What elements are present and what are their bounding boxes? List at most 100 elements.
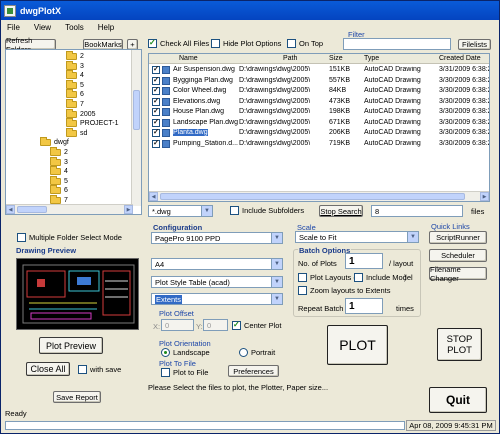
- folder-icon: [50, 195, 61, 204]
- file-date-cell: 3/30/2009 6:38:2: [439, 77, 489, 84]
- file-row[interactable]: Bygginga Plan.dwg D:\drawings\dwg\2005\ 55…: [149, 75, 489, 86]
- column-name[interactable]: Name: [179, 55, 198, 62]
- file-list-horizontal-scrollbar[interactable]: ◀ ▶: [149, 191, 489, 201]
- dwg-file-icon: [162, 108, 170, 116]
- file-name-text: House Plan.dwg: [173, 108, 224, 115]
- scroll-thumb[interactable]: [160, 193, 465, 200]
- batch-options-label: Batch Options: [298, 246, 352, 255]
- tree-folder-item[interactable]: PROJECT-1: [66, 118, 119, 128]
- extension-select[interactable]: *.dwg ▼: [148, 205, 213, 217]
- y-offset-input[interactable]: 0: [203, 319, 228, 331]
- plot-preview-button[interactable]: Plot Preview: [39, 337, 103, 354]
- file-row[interactable]: Planta.dwg D:\drawings\dwg\2005\ 206KB Auto…: [149, 127, 489, 138]
- scroll-left-icon[interactable]: ◀: [149, 192, 158, 201]
- landscape-radio[interactable]: Landscape: [161, 348, 210, 357]
- hide-plot-options-checkbox[interactable]: Hide Plot Options: [211, 39, 281, 48]
- no-of-plots-label: No. of Plots: [298, 259, 337, 268]
- x-offset-input[interactable]: 0: [161, 319, 194, 331]
- file-size-text: 206KB: [329, 129, 351, 136]
- menu-view[interactable]: View: [34, 23, 51, 32]
- file-checkbox[interactable]: [152, 64, 160, 74]
- tree-horizontal-scrollbar[interactable]: ◀ ▶: [6, 204, 133, 214]
- file-path-cell: D:\drawings\dwg\2005\: [239, 66, 310, 73]
- dwg-file-icon: [162, 118, 170, 127]
- scroll-thumb[interactable]: [17, 206, 47, 213]
- file-type-cell: AutoCAD Drawing: [364, 98, 421, 105]
- file-type-cell: AutoCAD Drawing: [364, 129, 421, 136]
- plot-button[interactable]: PLOT: [327, 325, 388, 365]
- close-all-button[interactable]: Close All: [26, 362, 70, 376]
- repeat-batch-input[interactable]: 1: [345, 298, 383, 314]
- chevron-down-icon: ▼: [407, 232, 418, 242]
- scriptrunner-button[interactable]: ScriptRunner: [429, 231, 487, 244]
- scroll-right-icon[interactable]: ▶: [124, 205, 133, 214]
- include-subfolders-label: Include Subfolders: [242, 206, 305, 215]
- dwg-file-icon: [162, 139, 170, 148]
- tree-folder-label: 3: [80, 62, 84, 70]
- scroll-left-icon[interactable]: ◀: [6, 205, 15, 214]
- file-type-text: AutoCAD Drawing: [364, 129, 421, 136]
- file-type-cell: AutoCAD Drawing: [364, 119, 421, 126]
- quit-button[interactable]: Quit: [429, 387, 487, 413]
- file-row[interactable]: Color Wheel.dwg D:\drawings\dwg\2005\ 84KB…: [149, 85, 489, 96]
- file-row[interactable]: Landscape Plan.dwgD:\drawings\dwg\2005\ 6…: [149, 117, 489, 128]
- file-checkbox[interactable]: [152, 96, 160, 106]
- check-all-files-checkbox[interactable]: Check All Files: [148, 38, 209, 48]
- plot-style-select[interactable]: Plot Style Table (acad) ▼: [151, 276, 283, 288]
- with-save-checkbox[interactable]: with save: [78, 365, 121, 374]
- plot-layouts-checkbox[interactable]: Plot Layouts (: [298, 273, 356, 282]
- file-list[interactable]: Name Path Size Type Created Date Air Sus…: [148, 53, 490, 202]
- title-bar[interactable]: dwgPlotX: [1, 1, 499, 20]
- stop-search-button[interactable]: Stop Search: [319, 205, 363, 217]
- file-row[interactable]: Pumping_Station.d...D:\drawings\dwg\2005…: [149, 138, 489, 149]
- filename-changer-button[interactable]: Filename Changer: [429, 265, 487, 283]
- on-top-checkbox[interactable]: On Top: [287, 39, 323, 48]
- tree-vertical-scrollbar[interactable]: [131, 50, 141, 206]
- stop-plot-button[interactable]: STOP PLOT: [437, 328, 482, 361]
- menu-file[interactable]: File: [7, 23, 20, 32]
- file-row[interactable]: House Plan.dwg D:\drawings\dwg\2005\ 198KB…: [149, 106, 489, 117]
- multiple-folder-checkbox[interactable]: Multiple Folder Select Mode: [17, 233, 122, 242]
- file-checkbox[interactable]: [152, 106, 160, 116]
- column-path[interactable]: Path: [283, 55, 297, 62]
- plot-area-select[interactable]: Extents ▼: [151, 293, 283, 305]
- scale-select[interactable]: Scale to Fit ▼: [295, 231, 419, 243]
- file-path-cell: D:\drawings\dwg\2005\: [239, 87, 310, 94]
- filter-input[interactable]: [343, 38, 451, 50]
- scroll-thumb[interactable]: [133, 90, 140, 130]
- column-created-date[interactable]: Created Date: [439, 55, 481, 62]
- file-row[interactable]: Elevations.dwg D:\drawings\dwg\2005\ 473KB…: [149, 96, 489, 107]
- include-subfolders-checkbox[interactable]: Include Subfolders: [230, 206, 304, 215]
- filelists-button[interactable]: Filelists: [458, 39, 491, 50]
- column-size[interactable]: Size: [329, 55, 343, 62]
- file-checkbox[interactable]: [152, 127, 160, 137]
- tree-folder-item[interactable]: sd: [66, 127, 87, 138]
- plot-layouts-close-paren: ): [404, 273, 407, 282]
- file-checkbox[interactable]: [152, 117, 160, 127]
- portrait-radio[interactable]: Portrait: [239, 348, 275, 357]
- column-type[interactable]: Type: [364, 55, 379, 62]
- file-row[interactable]: Air Suspension.dwg D:\drawings\dwg\2005\ 1…: [149, 64, 489, 75]
- folder-icon: [50, 185, 61, 195]
- no-of-plots-input[interactable]: 1: [345, 253, 383, 269]
- plot-to-file-checkbox[interactable]: Plot to File: [161, 368, 208, 377]
- preferences-button[interactable]: Preferences: [228, 365, 279, 377]
- center-plot-checkbox[interactable]: Center Plot: [232, 320, 282, 330]
- folder-tree[interactable]: 2 3 4 5 6 7 2005 PROJECT-1 sd dwgf 2 3 4 5 6 7 ◀ ▶: [5, 49, 142, 215]
- menu-help[interactable]: Help: [98, 23, 114, 32]
- scroll-right-icon[interactable]: ▶: [480, 192, 489, 201]
- plotter-select[interactable]: PagePro 9100 PPD ▼: [151, 232, 283, 244]
- zoom-layouts-checkbox[interactable]: Zoom layouts to Extents: [298, 286, 390, 295]
- file-checkbox[interactable]: [152, 75, 160, 85]
- file-checkbox[interactable]: [152, 85, 160, 95]
- checkbox-icon: [17, 233, 26, 242]
- save-report-button[interactable]: Save Report: [53, 391, 101, 403]
- file-checkbox[interactable]: [152, 138, 160, 148]
- file-type-cell: AutoCAD Drawing: [364, 77, 421, 84]
- menu-tools[interactable]: Tools: [65, 23, 84, 32]
- file-path-cell: D:\drawings\dwg\2005\: [239, 77, 310, 84]
- dwg-file-icon: [162, 66, 170, 74]
- scheduler-button[interactable]: Scheduler: [429, 249, 487, 262]
- paper-size-select[interactable]: A4 ▼: [151, 258, 283, 270]
- file-name-cell: Planta.dwg: [173, 129, 208, 136]
